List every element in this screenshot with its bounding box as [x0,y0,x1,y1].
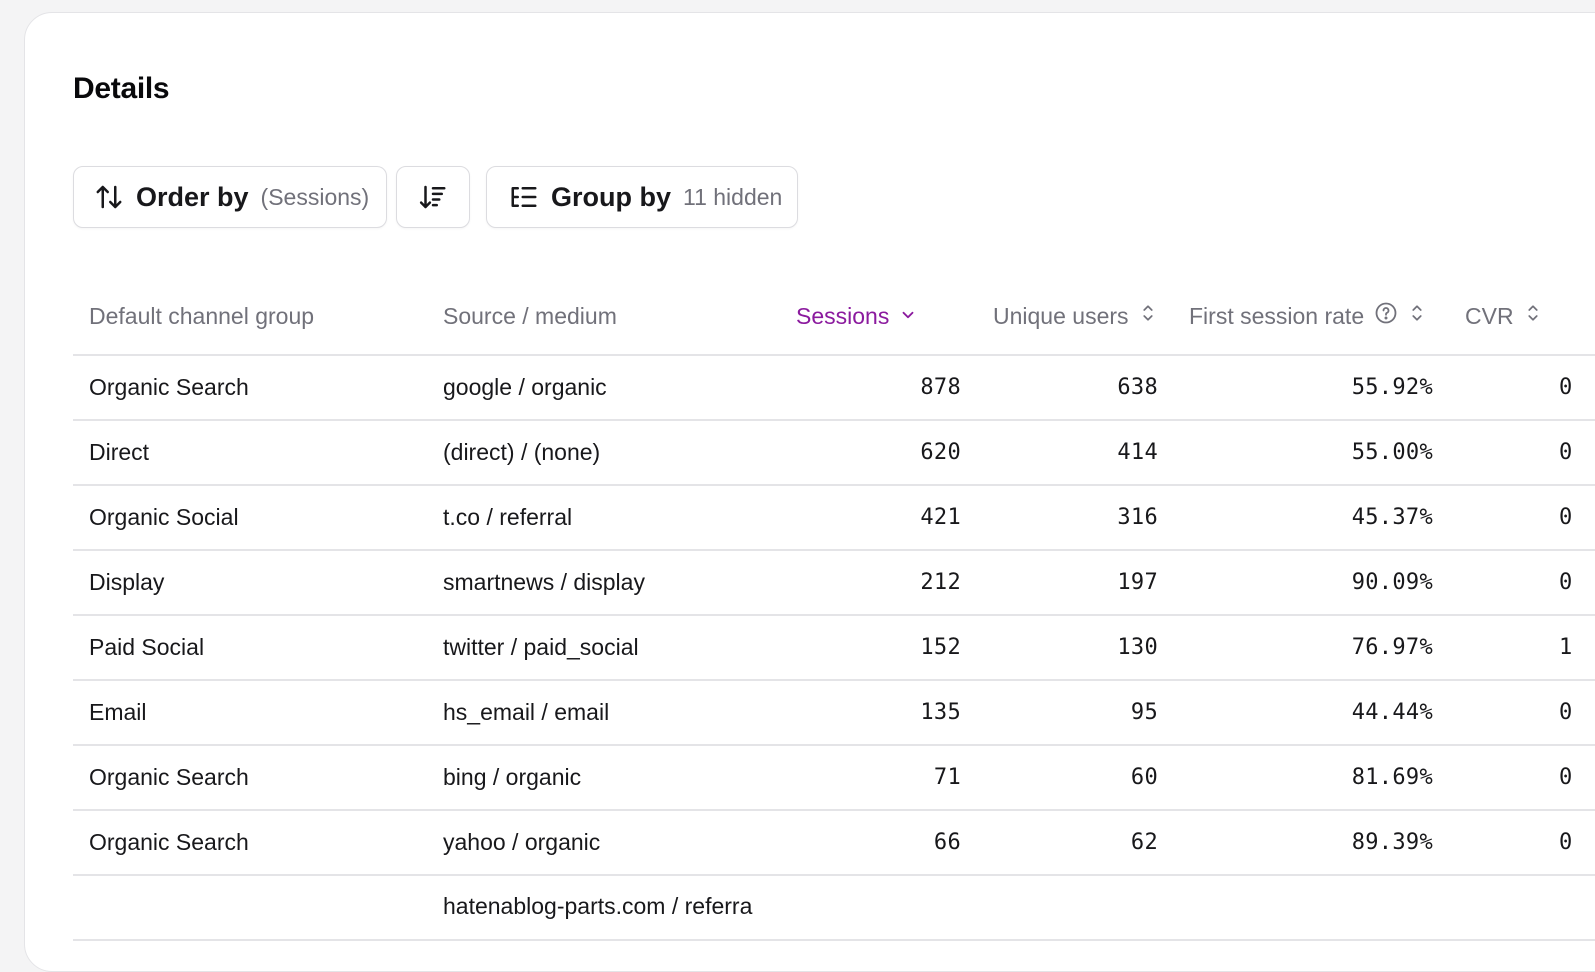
column-header-cvr[interactable]: CVR [1465,300,1542,332]
cell-source: hatenablog-parts.com / referra [443,893,753,919]
column-header-sessions-label: Sessions [796,302,890,329]
order-by-button[interactable]: Order by (Sessions) [73,166,387,228]
cell-source: bing / organic [443,764,582,790]
order-by-label: Order by [136,181,249,212]
cell-sessions: 66 [933,830,961,855]
cell-users: 95 [1130,700,1158,725]
column-header-cvr-label: CVR [1465,302,1514,329]
cell-first-session: 76.97% [1351,635,1433,660]
column-header-first-session[interactable]: First session rate [1189,300,1426,332]
sort-descending-icon [418,182,448,212]
column-header-sessions[interactable]: Sessions [796,300,917,332]
cell-source: t.co / referral [443,504,573,530]
cell-channel: Organic Search [89,829,249,855]
cell-cvr: 0 [1559,570,1573,595]
group-by-label: Group by [551,181,671,212]
cell-sessions: 71 [933,765,961,790]
cell-first-session [1253,876,1433,939]
column-header-source[interactable]: Source / medium [443,300,617,332]
sort-updown-icon [1129,302,1157,330]
cell-cvr: 0 [1559,765,1573,790]
cell-sessions [833,876,961,939]
help-circle-icon[interactable] [1364,301,1398,331]
cell-cvr: 0 [1559,505,1573,530]
cell-users: 197 [1117,570,1158,595]
cell-users: 638 [1117,375,1158,400]
cell-users: 130 [1117,635,1158,660]
table-row[interactable]: Organic Search bing / organic 71 60 81.6… [73,746,1595,811]
cell-source: smartnews / display [443,569,645,595]
page-title: Details [73,72,170,105]
chevron-down-icon [889,303,917,330]
cell-first-session: 81.69% [1351,765,1433,790]
cell-users [1033,876,1158,939]
cell-users: 60 [1130,765,1158,790]
cell-sessions: 135 [920,700,961,725]
cell-users: 62 [1130,830,1158,855]
cell-channel: Organic Search [89,374,249,400]
cell-cvr: 0 [1559,440,1573,465]
cell-cvr: 1 [1559,635,1573,660]
cell-cvr: 0 [1559,700,1573,725]
cell-channel: Display [89,569,165,595]
table-row[interactable]: Paid Social twitter / paid_social 152 13… [73,616,1595,681]
cell-first-session: 55.92% [1351,375,1433,400]
table-row[interactable]: Organic Search yahoo / organic 66 62 89.… [73,811,1595,876]
cell-sessions: 152 [920,635,961,660]
table-row[interactable]: hatenablog-parts.com / referra [73,876,1595,941]
sort-updown-icon [1514,302,1542,330]
cell-sessions: 212 [920,570,961,595]
sort-direction-button[interactable] [396,166,470,228]
cell-cvr: 0 [1559,830,1573,855]
cell-users: 316 [1117,505,1158,530]
cell-first-session: 45.37% [1351,505,1433,530]
table-header: Default channel group Source / medium Se… [73,278,1595,356]
cell-source: google / organic [443,374,607,400]
sort-arrows-icon [94,182,124,212]
cell-sessions: 878 [920,375,961,400]
table-row[interactable]: Organic Search google / organic 878 638 … [73,356,1595,421]
cell-source: hs_email / email [443,699,610,725]
cell-channel: Email [89,699,147,725]
cell-cvr: 0 [1559,375,1573,400]
table-row[interactable]: Organic Social t.co / referral 421 316 4… [73,486,1595,551]
column-header-users-label: Unique users [993,302,1129,329]
table-row[interactable]: Email hs_email / email 135 95 44.44% 0 [73,681,1595,746]
sort-updown-icon [1398,302,1426,330]
cell-first-session: 90.09% [1351,570,1433,595]
cell-first-session: 44.44% [1351,700,1433,725]
cell-first-session: 55.00% [1351,440,1433,465]
cell-source: (direct) / (none) [443,439,601,465]
column-header-users[interactable]: Unique users [993,300,1157,332]
table-row[interactable]: Direct (direct) / (none) 620 414 55.00% … [73,421,1595,486]
order-by-field: (Sessions) [260,183,370,210]
cell-source: twitter / paid_social [443,634,639,660]
details-table: Default channel group Source / medium Se… [73,278,1595,941]
cell-sessions: 620 [920,440,961,465]
cell-channel: Direct [89,439,150,465]
cell-source: yahoo / organic [443,829,601,855]
cell-first-session: 89.39% [1351,830,1433,855]
column-header-source-label: Source / medium [443,302,617,329]
cell-users: 414 [1117,440,1158,465]
column-header-channel[interactable]: Default channel group [89,300,314,332]
column-header-channel-label: Default channel group [89,302,315,329]
group-by-hidden-count: 11 hidden [683,183,783,210]
cell-channel: Paid Social [89,634,205,660]
cell-channel: Organic Social [89,504,239,530]
table-row[interactable]: Display smartnews / display 212 197 90.0… [73,551,1595,616]
column-header-first-session-label: First session rate [1189,302,1365,329]
group-by-button[interactable]: Group by 11 hidden [486,166,798,228]
cell-sessions: 421 [920,505,961,530]
group-list-icon [509,182,539,212]
cell-channel: Organic Search [89,764,249,790]
